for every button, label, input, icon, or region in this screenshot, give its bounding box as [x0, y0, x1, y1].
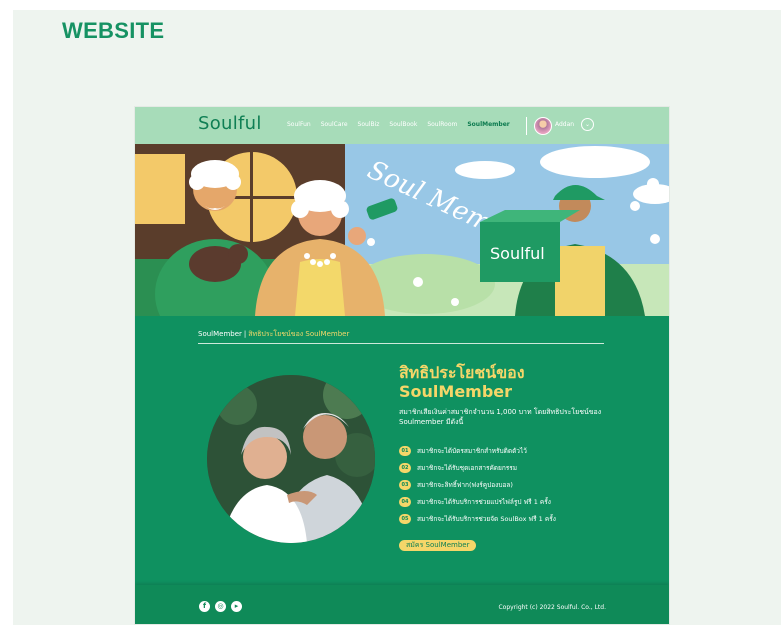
list-item: 05 สมาชิกจะได้รับบริการช่วยจัด SoulBox ฟ…: [399, 511, 556, 527]
youtube-icon[interactable]: ▸: [231, 601, 242, 612]
nav-item-soulroom[interactable]: SoulRoom: [427, 121, 457, 128]
breadcrumb-current: สิทธิประโยชน์ของ SoulMember: [248, 330, 350, 338]
list-item: 02 สมาชิกจะได้รับชุดเอกสารคัดยกรรม: [399, 460, 556, 476]
instagram-icon[interactable]: ◎: [215, 601, 226, 612]
benefit-number-badge: 03: [399, 480, 411, 490]
section-title: สิทธิประโยชน์ของ SoulMember: [399, 363, 639, 401]
copyright-text: Copyright (c) 2022 Soulful. Co., Ltd.: [498, 604, 606, 611]
chevron-down-icon[interactable]: ⌄: [581, 118, 594, 131]
nav-item-soulfun[interactable]: SoulFun: [287, 121, 311, 128]
section-title-line2: SoulMember: [399, 382, 513, 401]
page-title: WEBSITE: [62, 18, 165, 43]
nav-item-soulmember[interactable]: SoulMember: [467, 121, 509, 128]
breadcrumb: SoulMember | สิทธิประโยชน์ของ SoulMember: [198, 329, 349, 340]
footer: f ◎ ▸ Copyright (c) 2022 Soulful. Co., L…: [135, 585, 669, 624]
section-title-line1: สิทธิประโยชน์ของ: [399, 363, 525, 382]
benefit-number-badge: 04: [399, 497, 411, 507]
facebook-icon[interactable]: f: [199, 601, 210, 612]
logo[interactable]: Soulful: [198, 113, 262, 134]
nav-divider: [526, 117, 527, 135]
benefit-text: สมาชิกจะได้รับชุดเอกสารคัดยกรรม: [417, 464, 518, 472]
seniors-photo: [207, 375, 375, 543]
hero-banner: Soul Member Soulful: [135, 144, 669, 349]
top-nav: Soulful SoulFun SoulCare SoulBiz SoulBoo…: [135, 107, 669, 144]
user-name[interactable]: Addan: [555, 121, 574, 128]
nav-item-soulcare[interactable]: SoulCare: [321, 121, 348, 128]
list-item: 03 สมาชิกจะลิทธิ์ฟาก(ฟงร์คูปองบอล): [399, 477, 556, 493]
list-item: 01 สมาชิกจะได้บัตรสมาชิกสำหรับติดตัวไว้: [399, 443, 556, 459]
list-item: 04 สมาชิกจะได้รับบริการช่วยแปรไฟล์รูป ฟร…: [399, 494, 556, 510]
benefit-text: สมาชิกจะได้รับบริการช่วยแปรไฟล์รูป ฟรี 1…: [417, 498, 551, 506]
benefit-list: 01 สมาชิกจะได้บัตรสมาชิกสำหรับติดตัวไว้ …: [399, 443, 556, 528]
apply-soulmember-button[interactable]: สมัคร SoulMember: [399, 540, 477, 551]
benefit-text: สมาชิกจะได้รับบริการช่วยจัด SoulBox ฟรี …: [417, 515, 556, 523]
nav-item-soulbook[interactable]: SoulBook: [389, 121, 417, 128]
benefit-text: สมาชิกจะได้บัตรสมาชิกสำหรับติดตัวไว้: [417, 447, 527, 455]
section-description: สมาชิกเสียเงินค่าสมาชิกจำนวน 1,000 บาท โ…: [399, 408, 602, 426]
avatar[interactable]: [534, 117, 552, 135]
benefit-number-badge: 02: [399, 463, 411, 473]
benefit-number-badge: 05: [399, 514, 411, 524]
box-label: Soulful: [490, 244, 545, 263]
nav-menu: SoulFun SoulCare SoulBiz SoulBook SoulRo…: [287, 121, 510, 128]
breadcrumb-separator: |: [243, 330, 247, 338]
breadcrumb-root[interactable]: SoulMember: [198, 330, 242, 338]
benefit-text: สมาชิกจะลิทธิ์ฟาก(ฟงร์คูปองบอล): [417, 481, 513, 489]
benefit-number-badge: 01: [399, 446, 411, 456]
website-mockup: Soulful SoulFun SoulCare SoulBiz SoulBoo…: [135, 107, 669, 624]
breadcrumb-underline: [198, 343, 604, 344]
nav-item-soulbiz[interactable]: SoulBiz: [358, 121, 380, 128]
hero-illustration: Soul Member Soulful: [135, 144, 669, 349]
social-links: f ◎ ▸: [199, 601, 242, 612]
